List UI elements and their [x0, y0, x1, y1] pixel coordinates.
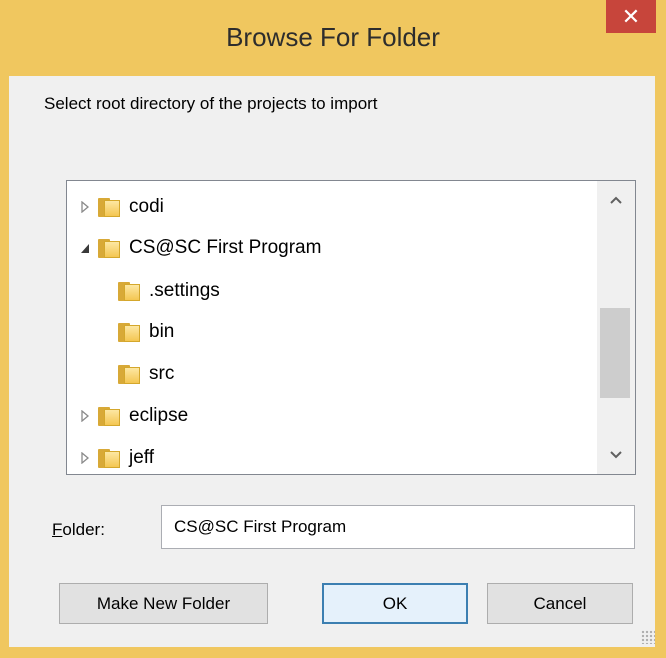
tree-item-label: jeff: [129, 447, 155, 468]
folder-icon: [118, 322, 140, 342]
tree-item[interactable]: src: [98, 356, 174, 392]
folder-icon: [98, 238, 120, 258]
folder-label-rest: older:: [62, 520, 105, 539]
dialog-title: Browse For Folder: [226, 22, 440, 52]
tree-item-selected[interactable]: CS@SC First Program: [78, 230, 321, 266]
resize-grip[interactable]: [641, 630, 655, 644]
tree-item-label: CS@SC First Program: [129, 237, 322, 258]
tree-item[interactable]: jeff: [78, 440, 154, 476]
folder-icon: [98, 197, 120, 217]
browse-for-folder-dialog: Browse For Folder ✕ Select root director…: [0, 0, 666, 658]
collapse-arrow-icon[interactable]: [78, 242, 92, 254]
prompt-text: Select root directory of the projects to…: [44, 94, 378, 113]
folder-icon: [98, 448, 120, 468]
folder-input[interactable]: CS@SC First Program: [161, 505, 635, 549]
cancel-button[interactable]: Cancel: [487, 583, 633, 624]
folder-icon: [98, 406, 120, 426]
chevron-down-icon: [610, 451, 622, 459]
tree-item-label: bin: [149, 321, 175, 342]
tree-item-label: src: [149, 363, 175, 384]
make-new-folder-button[interactable]: Make New Folder: [59, 583, 268, 624]
expand-arrow-icon[interactable]: [78, 452, 92, 464]
tree-item-label: eclipse: [129, 405, 189, 426]
expand-arrow-icon[interactable]: [78, 201, 92, 213]
chevron-up-icon: [610, 196, 622, 204]
folder-accelerator: F: [52, 520, 63, 539]
vertical-scrollbar[interactable]: [597, 181, 635, 474]
title-bar[interactable]: Browse For Folder ✕: [0, 0, 666, 80]
folder-icon: [118, 281, 140, 301]
close-icon: ✕: [621, 3, 641, 29]
scroll-up-button[interactable]: [597, 181, 635, 219]
ok-button[interactable]: OK: [322, 583, 468, 624]
tree-item[interactable]: eclipse: [78, 398, 188, 434]
tree-item[interactable]: bin: [98, 314, 174, 350]
tree-item-label: .settings: [149, 280, 220, 301]
folder-icon: [118, 364, 140, 384]
folder-field-label: Folder:: [52, 520, 105, 540]
expand-arrow-icon[interactable]: [78, 410, 92, 422]
close-button[interactable]: ✕: [606, 0, 656, 33]
scroll-down-button[interactable]: [597, 436, 635, 474]
scroll-thumb[interactable]: [600, 308, 630, 398]
tree-item[interactable]: codi: [78, 189, 164, 225]
tree-item-label: codi: [129, 196, 164, 217]
tree-item[interactable]: .settings: [98, 273, 220, 309]
